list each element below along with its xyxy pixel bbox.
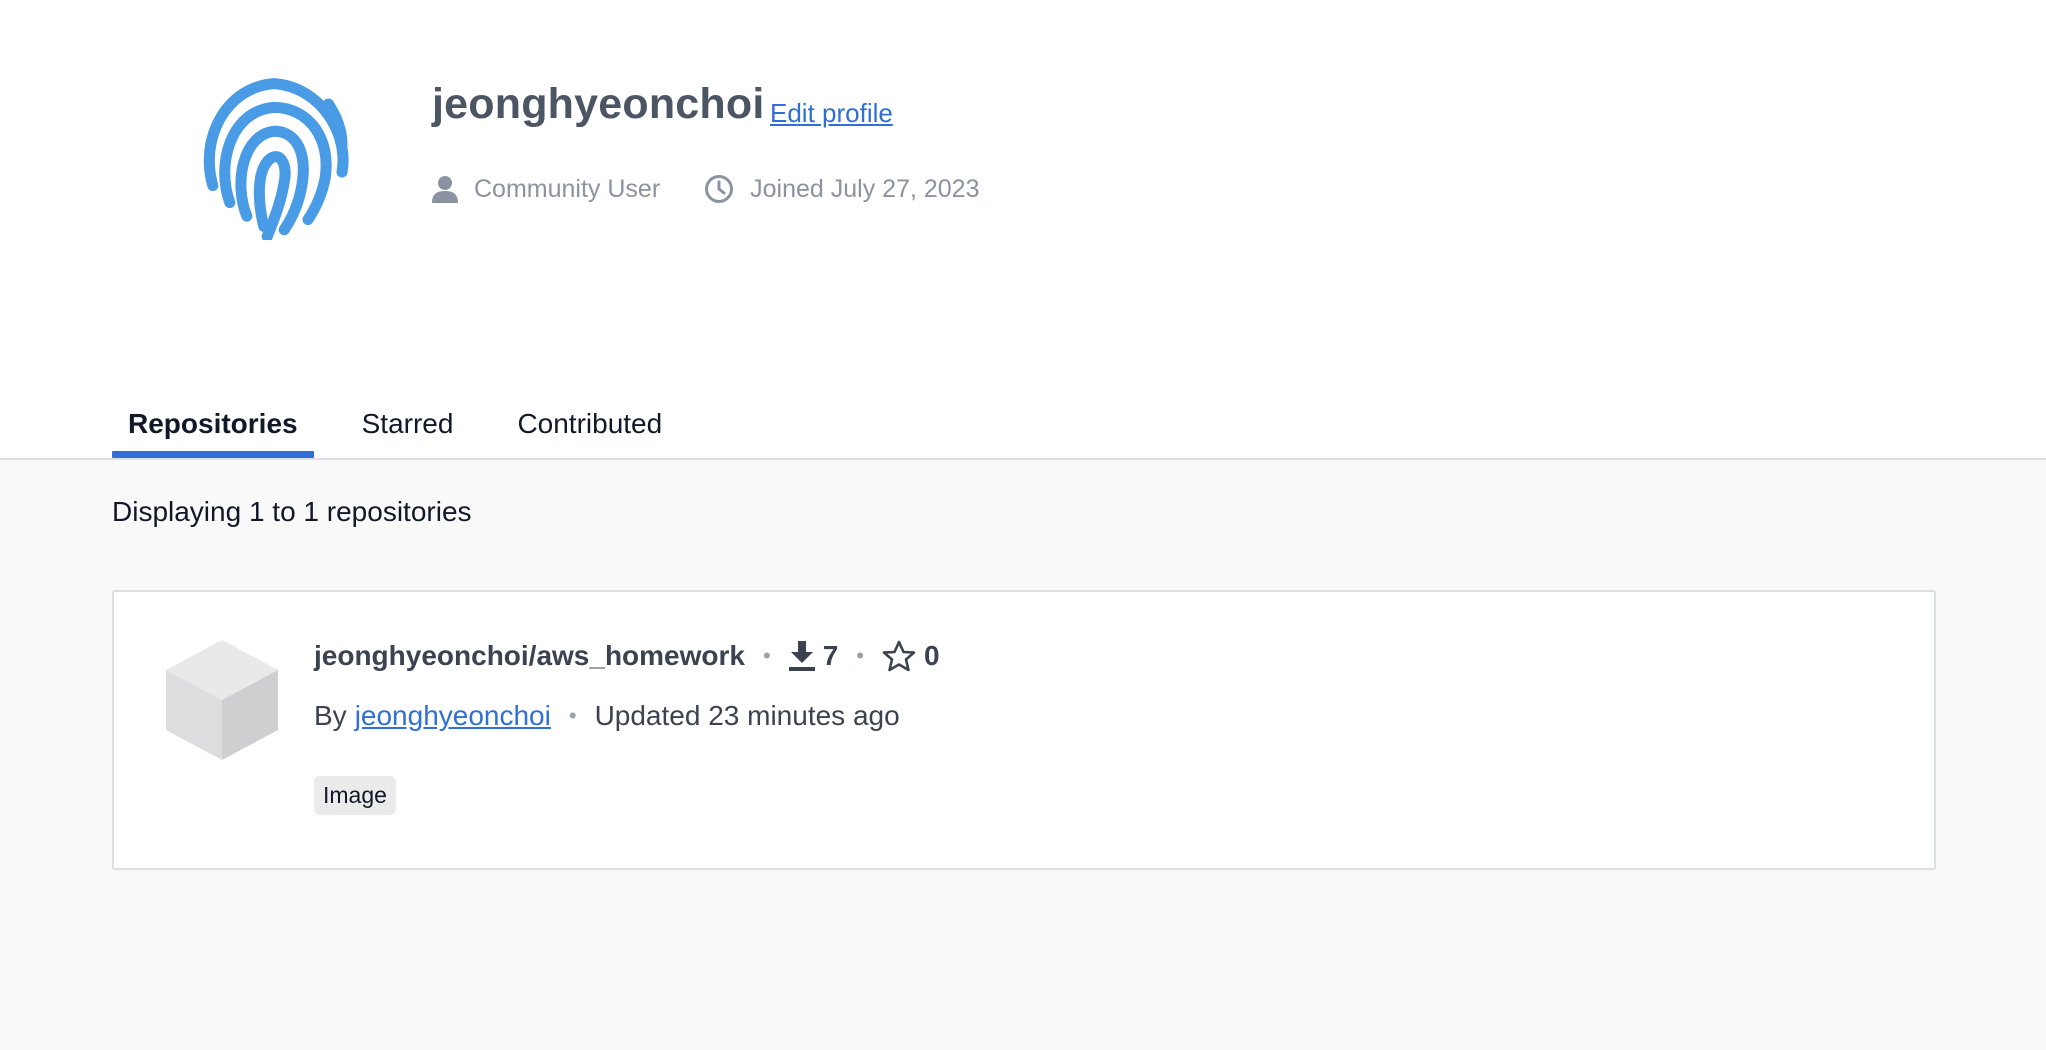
star-count-value: 0 bbox=[923, 640, 940, 671]
user-type-label: Community User bbox=[474, 174, 661, 203]
star-icon bbox=[882, 640, 916, 672]
edit-profile-link[interactable]: Edit profile bbox=[770, 98, 893, 129]
results-count: Displaying 1 to 1 repositories bbox=[112, 496, 472, 527]
tab-contributed[interactable]: Contributed bbox=[501, 398, 678, 458]
tab-starred[interactable]: Starred bbox=[346, 398, 470, 458]
profile-meta: Community User Joined July 27, 2023 bbox=[432, 174, 1024, 204]
separator-dot: • bbox=[856, 643, 864, 668]
type-badge: Image bbox=[314, 776, 396, 815]
download-count-value: 7 bbox=[822, 640, 839, 671]
download-icon bbox=[788, 641, 815, 671]
repository-title-row: jeonghyeonchoi/aws_homework • 7 • 0 bbox=[314, 640, 940, 672]
star-count: 0 bbox=[882, 640, 940, 672]
separator-dot: • bbox=[568, 703, 577, 728]
clock-icon bbox=[705, 175, 734, 203]
tab-repositories[interactable]: Repositories bbox=[112, 398, 314, 458]
profile-tabs: Repositories Starred Contributed bbox=[112, 398, 710, 458]
updated-time: Updated 23 minutes ago bbox=[594, 700, 900, 731]
joined-label: Joined July 27, 2023 bbox=[750, 174, 980, 203]
cube-icon bbox=[164, 638, 280, 762]
profile-username: jeonghyeonchoi bbox=[432, 80, 765, 128]
user-icon bbox=[432, 176, 458, 203]
by-label: By bbox=[314, 700, 347, 731]
owner-link[interactable]: jeonghyeonchoi bbox=[355, 700, 551, 732]
repositories-panel: Displaying 1 to 1 repositories jeonghyeo… bbox=[0, 458, 2046, 1050]
repository-card[interactable]: jeonghyeonchoi/aws_homework • 7 • 0 By j… bbox=[112, 590, 1936, 870]
profile-header: jeonghyeonchoi Edit profile Community Us… bbox=[0, 0, 2046, 460]
separator-dot: • bbox=[762, 643, 771, 668]
user-type: Community User bbox=[432, 175, 660, 204]
download-count: 7 bbox=[788, 640, 839, 672]
repository-name[interactable]: jeonghyeonchoi/aws_homework bbox=[314, 640, 745, 672]
fingerprint-icon bbox=[188, 70, 360, 243]
joined-date: Joined July 27, 2023 bbox=[704, 174, 980, 204]
repository-by-row: By jeonghyeonchoi • Updated 23 minutes a… bbox=[314, 700, 900, 732]
